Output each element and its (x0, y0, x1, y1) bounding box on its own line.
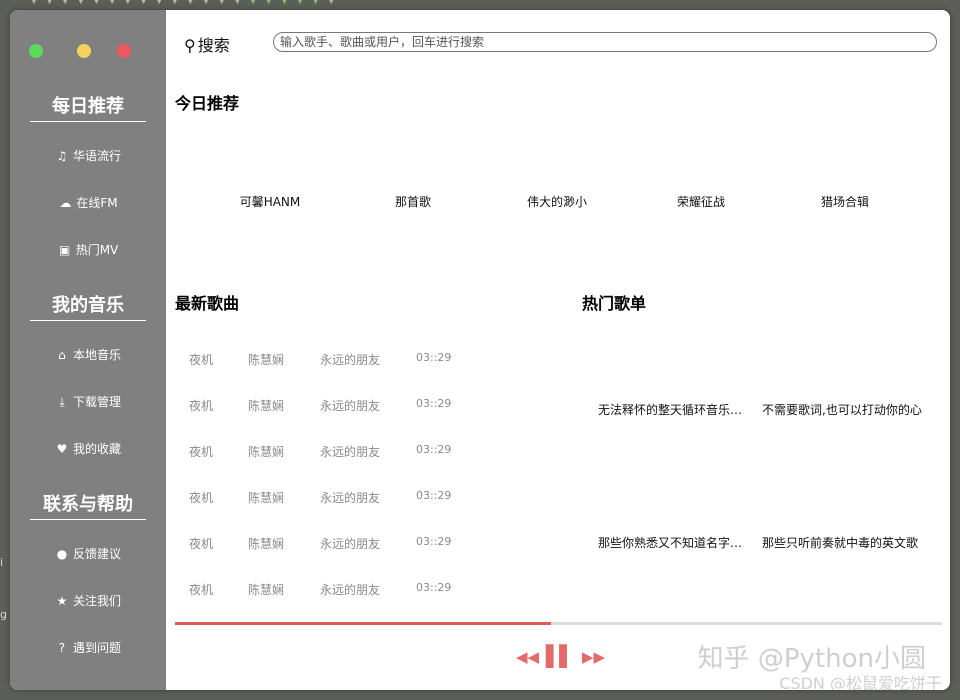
recommend-item[interactable]: 那首歌 (358, 193, 468, 210)
film-icon: ▣ (59, 243, 71, 257)
search-icon: ⚲ (184, 36, 196, 55)
sidebar-item-label: 下载管理 (72, 395, 121, 409)
song-duration: 03::29 (416, 535, 452, 548)
playlist-item[interactable]: 那些你熟悉又不知道名字… (598, 534, 742, 551)
search-input[interactable] (273, 32, 937, 52)
song-title: 夜机 (189, 353, 214, 367)
song-row[interactable]: 夜机 陈慧娴 永远的朋友 03::29 (166, 397, 466, 417)
search-label-text: 搜索 (197, 36, 230, 55)
csdn-watermark: CSDN @松鼠爱吃饼干 (779, 674, 942, 690)
song-album: 永远的朋友 (320, 537, 381, 551)
sidebar-item-help[interactable]: ? 遇到问题 (10, 639, 166, 656)
song-row[interactable]: 夜机 陈慧娴 永远的朋友 03::29 (166, 443, 466, 463)
hot-playlists-title: 热门歌单 (582, 294, 647, 313)
song-artist: 陈慧娴 (248, 399, 285, 413)
music-note-icon: ♫ (56, 149, 68, 163)
background-fragment: i (0, 556, 4, 569)
window-maximize-dot[interactable] (117, 44, 131, 58)
sidebar-item-follow-us[interactable]: ★ 关注我们 (10, 592, 166, 609)
sidebar-item-feedback[interactable]: ● 反馈建议 (10, 545, 166, 562)
sidebar-item-label: 热门MV (75, 243, 119, 257)
sidebar-item-label: 反馈建议 (72, 547, 121, 561)
app-window: 每日推荐 ♫ 华语流行 ☁ 在线FM ▣ 热门MV 我的音乐 ⌂ 本地音乐 ⤓ 下载管理 … (10, 10, 950, 690)
sidebar-item-label: 遇到问题 (72, 641, 121, 655)
playback-progress-bar[interactable] (175, 622, 942, 625)
song-album: 永远的朋友 (320, 583, 381, 597)
previous-track-button[interactable]: ◀◀ (516, 648, 539, 666)
download-icon: ⤓ (59, 395, 65, 409)
recommend-item[interactable]: 伟大的渺小 (502, 193, 612, 210)
today-recommend-title: 今日推荐 (175, 94, 240, 113)
sidebar-item-hot-mv[interactable]: ▣ 热门MV (10, 241, 166, 258)
song-artist: 陈慧娴 (248, 583, 285, 597)
window-close-dot[interactable] (29, 44, 43, 58)
song-title: 夜机 (189, 491, 214, 505)
sidebar-item-label: 华语流行 (72, 149, 121, 163)
song-row[interactable]: 夜机 陈慧娴 永远的朋友 03::29 (166, 351, 466, 371)
song-artist: 陈慧娴 (248, 445, 285, 459)
section-title-daily: 每日推荐 (30, 92, 146, 122)
song-duration: 03::29 (416, 581, 452, 594)
next-track-button[interactable]: ▶▶ (582, 648, 605, 666)
background-code: ▾ ▾ ▾ ▾ ▾ ▾ ▾ ▾ ▾ ▾ ▾ ▾ ▾ ▾ ▾ ▾ ▾ ▾ ▾ ▾ (30, 0, 336, 9)
playlist-item[interactable]: 不需要歌词,也可以打动你的心 (762, 401, 922, 418)
song-row[interactable]: 夜机 陈慧娴 永远的朋友 03::29 (166, 581, 466, 601)
sidebar-item-label: 在线FM (76, 196, 118, 210)
sidebar-item-local-music[interactable]: ⌂ 本地音乐 (10, 346, 166, 363)
sidebar-item-downloads[interactable]: ⤓ 下载管理 (10, 393, 166, 410)
cloud-icon: ☁ (59, 196, 72, 210)
song-artist: 陈慧娴 (248, 353, 285, 367)
background-fragment: g (0, 608, 7, 621)
sidebar-item-online-fm[interactable]: ☁ 在线FM (10, 194, 166, 211)
recommend-item[interactable]: 可馨HANM (215, 193, 325, 210)
newest-songs-title: 最新歌曲 (175, 294, 240, 313)
song-title: 夜机 (189, 583, 214, 597)
home-icon: ⌂ (58, 348, 66, 362)
song-title: 夜机 (189, 399, 214, 413)
playback-progress-fill (175, 622, 551, 625)
section-title-contact-help: 联系与帮助 (30, 490, 146, 520)
sidebar-item-label: 本地音乐 (72, 348, 121, 362)
sidebar: 每日推荐 ♫ 华语流行 ☁ 在线FM ▣ 热门MV 我的音乐 ⌂ 本地音乐 ⤓ 下载管理 … (10, 10, 166, 690)
recommend-item[interactable]: 荣耀征战 (646, 193, 756, 210)
star-icon: ★ (56, 594, 68, 608)
song-duration: 03::29 (416, 397, 452, 410)
window-minimize-dot[interactable] (77, 44, 91, 58)
main-content: ⚲搜索 今日推荐 可馨HANM 那首歌 伟大的渺小 荣耀征战 猎场合辑 最新歌曲… (166, 10, 950, 690)
section-title-my-music: 我的音乐 (30, 291, 146, 321)
song-artist: 陈慧娴 (248, 537, 285, 551)
recommend-item[interactable]: 猎场合辑 (790, 193, 900, 210)
song-duration: 03::29 (416, 351, 452, 364)
heart-icon: ♥ (56, 442, 68, 456)
song-row[interactable]: 夜机 陈慧娴 永远的朋友 03::29 (166, 535, 466, 555)
playlist-item[interactable]: 无法释怀的整天循环音乐… (598, 401, 742, 418)
song-album: 永远的朋友 (320, 491, 381, 505)
song-title: 夜机 (189, 445, 214, 459)
playlist-item[interactable]: 那些只听前奏就中毒的英文歌 (762, 534, 918, 551)
pause-button[interactable]: ▌▌ (546, 644, 575, 668)
song-duration: 03::29 (416, 489, 452, 502)
song-artist: 陈慧娴 (248, 491, 285, 505)
song-album: 永远的朋友 (320, 353, 381, 367)
sidebar-item-label: 关注我们 (72, 594, 121, 608)
sidebar-item-favorites[interactable]: ♥ 我的收藏 (10, 440, 166, 457)
comment-icon: ● (56, 547, 68, 561)
search-label: ⚲ 搜索 (184, 32, 230, 56)
question-icon: ? (58, 641, 66, 655)
sidebar-item-label: 我的收藏 (72, 442, 121, 456)
sidebar-item-mandopop[interactable]: ♫ 华语流行 (10, 147, 166, 164)
song-duration: 03::29 (416, 443, 452, 456)
song-album: 永远的朋友 (320, 399, 381, 413)
song-title: 夜机 (189, 537, 214, 551)
song-album: 永远的朋友 (320, 445, 381, 459)
song-row[interactable]: 夜机 陈慧娴 永远的朋友 03::29 (166, 489, 466, 509)
